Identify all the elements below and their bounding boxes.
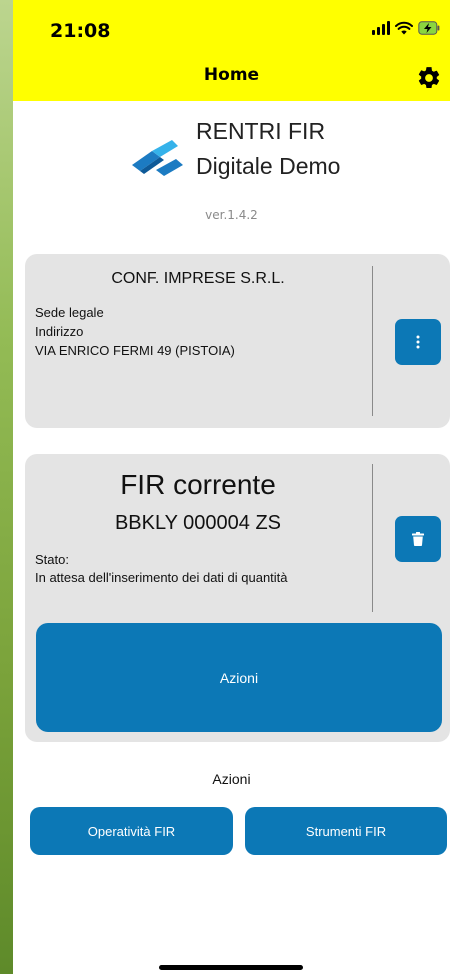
app-screen: 21:08 Home RENTRI FIR Digitale Demo ver.… — [13, 0, 450, 974]
brand-subtitle: Digitale Demo — [196, 153, 341, 179]
status-icons — [372, 21, 440, 35]
card-divider — [372, 266, 373, 416]
fir-code: BBKLY 000004 ZS — [114, 512, 282, 534]
more-vertical-icon — [416, 335, 420, 349]
company-address: Sede legale Indirizzo VIA ENRICO FERMI 4… — [35, 303, 235, 360]
company-menu-button[interactable] — [395, 319, 441, 365]
company-card: CONF. IMPRESE S.R.L. Sede legale Indiriz… — [25, 254, 450, 428]
fir-title: FIR corrente — [120, 469, 276, 500]
brand-name: RENTRI FIR — [196, 118, 326, 144]
operativita-fir-button[interactable]: Operatività FIR — [30, 807, 233, 855]
wifi-icon — [395, 21, 413, 35]
fir-card: FIR corrente BBKLY 000004 ZS Stato: In a… — [25, 454, 450, 742]
rentri-logo-icon — [132, 140, 183, 176]
company-line-street: VIA ENRICO FERMI 49 (PISTOIA) — [35, 343, 235, 358]
trash-icon — [412, 532, 424, 546]
fir-status-value: In attesa dell'inserimento dei dati di q… — [35, 570, 288, 585]
card-divider — [372, 464, 373, 612]
delete-fir-button[interactable] — [395, 516, 441, 562]
page-title: Home — [203, 65, 260, 85]
header-bar: 21:08 Home — [13, 0, 450, 101]
gear-icon[interactable] — [416, 65, 442, 91]
fir-status: Stato: In attesa dell'inserimento dei da… — [35, 551, 288, 587]
company-name: CONF. IMPRESE S.R.L. — [111, 270, 285, 287]
company-line-sede: Sede legale — [35, 305, 104, 320]
company-line-indirizzo: Indirizzo — [35, 324, 84, 339]
version-label: ver.1.4.2 — [205, 208, 258, 222]
status-time: 21:08 — [50, 20, 111, 42]
battery-charging-icon — [418, 21, 440, 35]
home-indicator — [159, 965, 303, 970]
actions-button[interactable]: Azioni — [36, 623, 442, 732]
strumenti-fir-button[interactable]: Strumenti FIR — [245, 807, 447, 855]
fir-status-label: Stato: — [35, 552, 69, 567]
actions-section-label: Azioni — [212, 771, 251, 787]
signal-icon — [372, 21, 390, 35]
